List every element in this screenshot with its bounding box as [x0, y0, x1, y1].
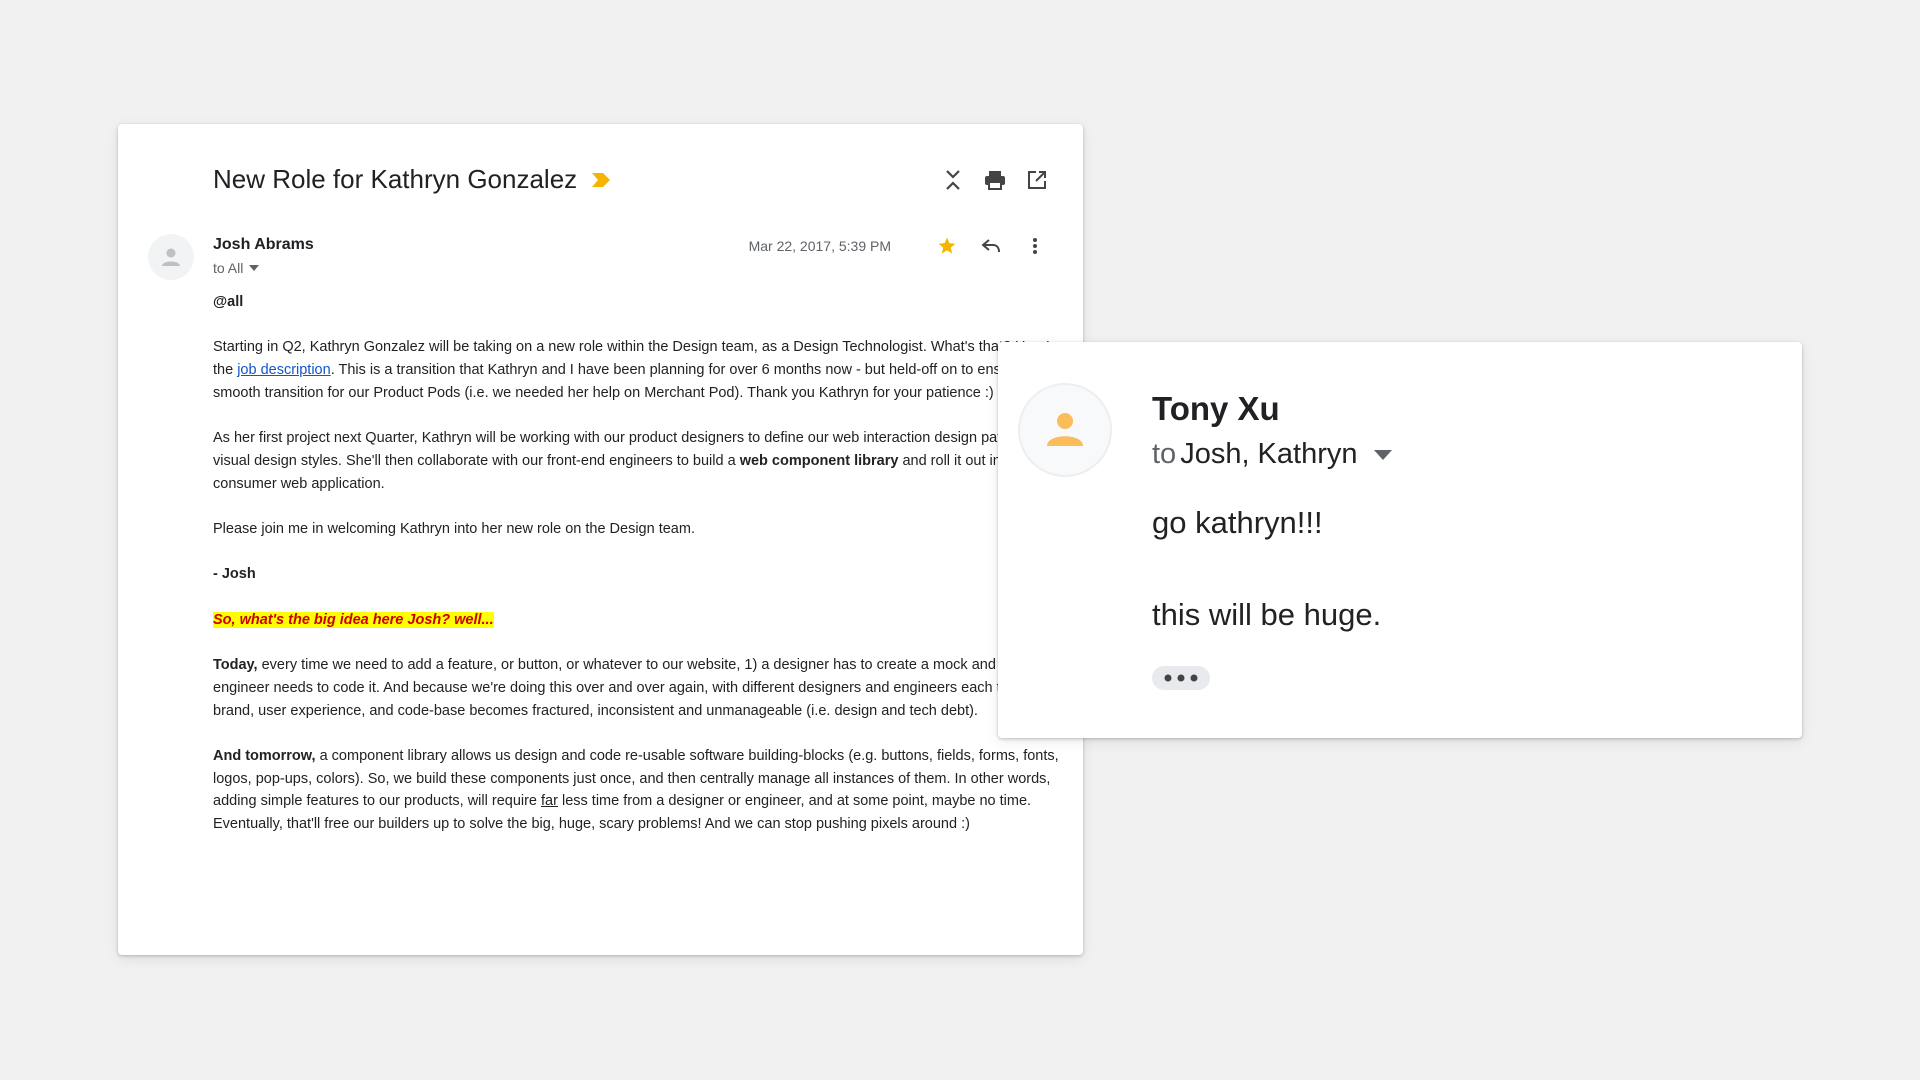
paragraph-tomorrow: And tomorrow, a component library allows…	[213, 745, 1063, 836]
underlined-text: far	[541, 793, 558, 810]
paragraph-intro: Starting in Q2, Kathryn Gonzalez will be…	[213, 336, 1063, 404]
star-icon[interactable]	[935, 234, 959, 258]
highlighted-question: So, what's the big idea here Josh? well.…	[213, 611, 494, 628]
email-subject: New Role for Kathryn Gonzalez	[213, 164, 578, 194]
print-icon[interactable]	[983, 168, 1007, 192]
bold-text: web component library	[739, 452, 899, 469]
paragraph-project: As her first project next Quarter, Kathr…	[213, 427, 1063, 495]
paragraph-welcome: Please join me in welcoming Kathryn into…	[213, 520, 695, 537]
avatar-icon	[1047, 413, 1083, 446]
avatar-icon	[162, 248, 180, 266]
reply-line: this will be huge.	[1152, 597, 1382, 632]
signoff: - Josh	[213, 566, 256, 583]
recipients-names: Josh, Kathryn	[1180, 438, 1358, 470]
reply-body: go kathryn!!! this will be huge.	[1152, 500, 1381, 684]
reply-recipients-toggle[interactable]: to Josh, Kathryn	[1152, 438, 1392, 471]
paragraph-text: . This is a transition that Kathryn and …	[213, 362, 1034, 401]
reply-message-card: Tony Xu to Josh, Kathryn go kathryn!!! t…	[998, 342, 1802, 738]
collapse-all-icon[interactable]	[941, 168, 965, 192]
message-date: Mar 22, 2017, 5:39 PM	[748, 238, 891, 254]
email-body: @all Starting in Q2, Kathryn Gonzalez wi…	[213, 291, 1063, 858]
greeting: @all	[213, 294, 244, 310]
paragraph-text: every time we need to add a feature, or …	[213, 657, 1053, 719]
job-description-link[interactable]: job description	[237, 362, 331, 378]
importance-marker-icon[interactable]	[591, 172, 611, 188]
reply-sender-name[interactable]: Tony Xu	[1152, 390, 1280, 428]
show-trimmed-content-button[interactable]	[1152, 666, 1210, 690]
reply-line: go kathryn!!!	[1152, 505, 1323, 540]
bold-text: And tomorrow,	[213, 747, 316, 764]
email-message-card: New Role for Kathryn Gonzalez Josh Abram…	[118, 124, 1083, 955]
header-toolbar	[941, 168, 1049, 192]
recipients-label: to All	[213, 260, 244, 276]
open-in-new-window-icon[interactable]	[1025, 168, 1049, 192]
subject-row: New Role for Kathryn Gonzalez	[213, 164, 611, 195]
message-meta: Mar 22, 2017, 5:39 PM	[749, 234, 1047, 258]
dropdown-arrow-icon	[1373, 449, 1392, 460]
recipients-prefix: to	[1152, 438, 1177, 470]
sender-avatar[interactable]	[148, 234, 194, 280]
paragraph-today: Today, every time we need to add a featu…	[213, 654, 1063, 722]
recipients-toggle[interactable]: to All	[213, 260, 260, 276]
reply-icon[interactable]	[979, 234, 1003, 258]
show-trimmed-content-icon	[1164, 674, 1198, 682]
dropdown-arrow-icon	[249, 265, 260, 271]
more-vertical-icon[interactable]	[1023, 234, 1047, 258]
sender-name[interactable]: Josh Abrams	[213, 236, 314, 254]
reply-sender-avatar[interactable]	[1020, 385, 1110, 475]
bold-text: Today,	[213, 657, 258, 674]
